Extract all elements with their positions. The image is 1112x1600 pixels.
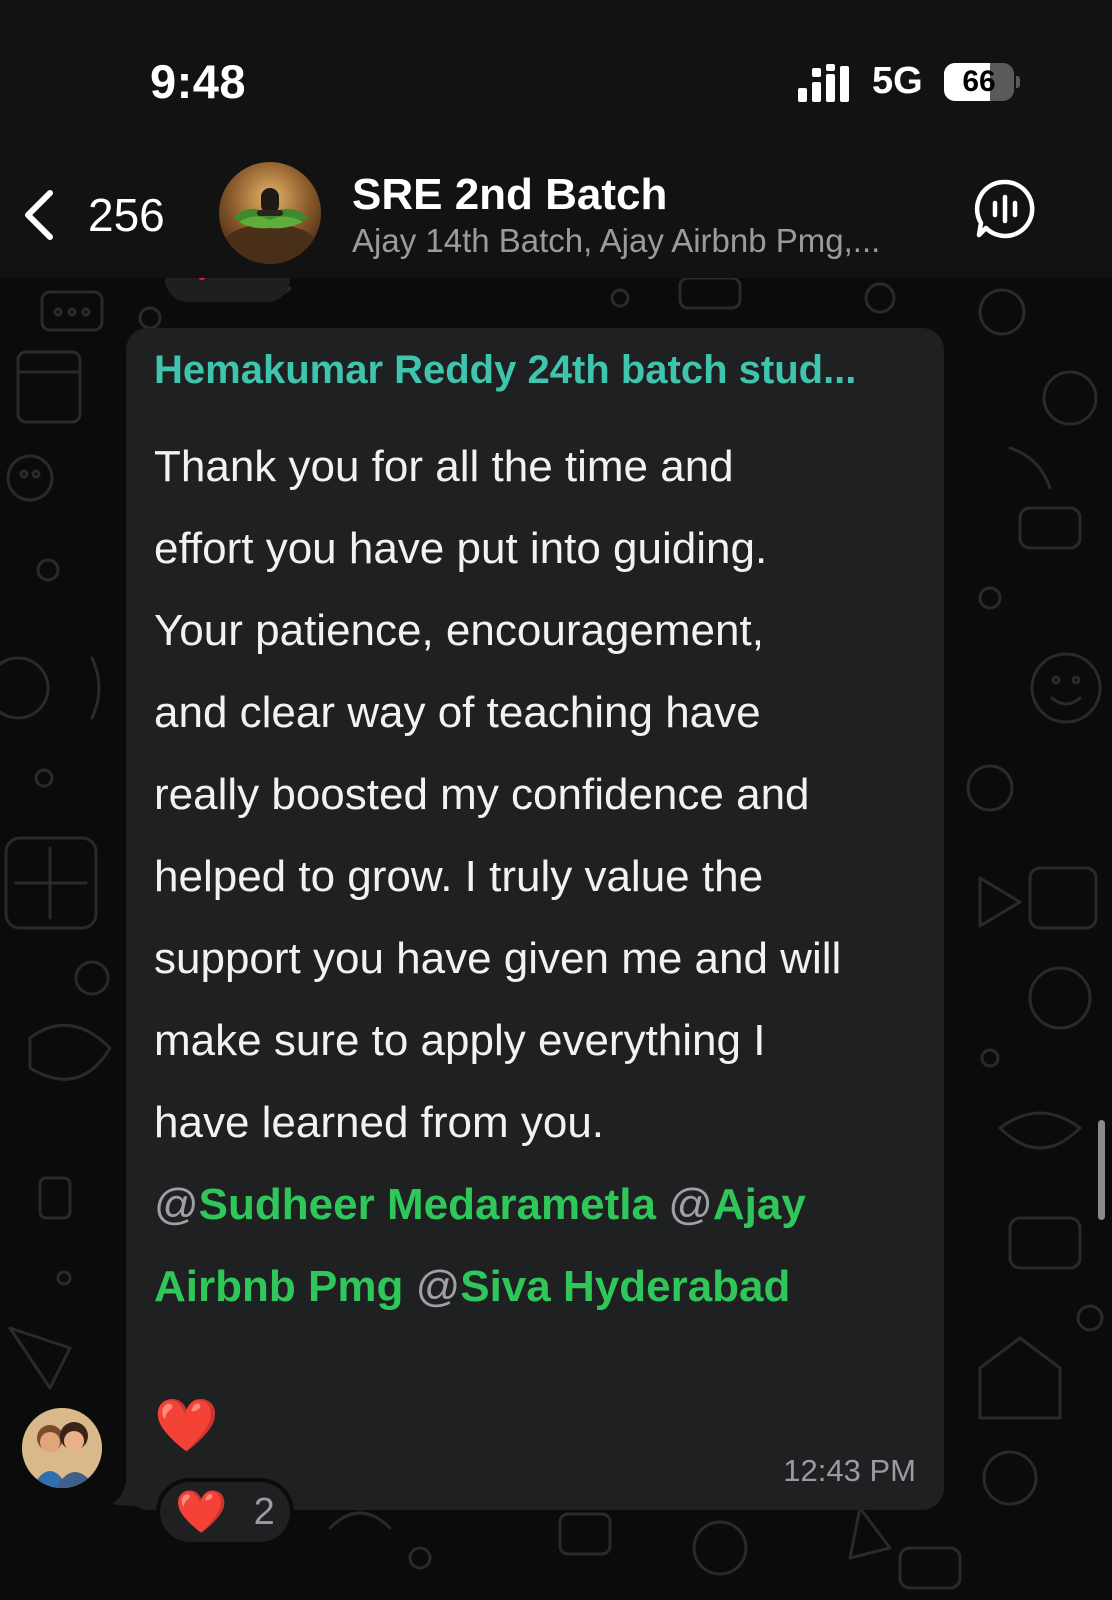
mention-siva[interactable]: @Siva Hyderabad	[416, 1262, 791, 1311]
mention-name: Airbnb Pmg	[154, 1262, 404, 1311]
message-line: Thank you for all the time and	[154, 442, 734, 491]
mention-ajay[interactable]: @Ajay	[668, 1180, 806, 1229]
chat-header: 256 SRE 2nd Batch Ajay 14th Batch, Ajay …	[0, 150, 1112, 278]
message-line: make sure to apply everything I	[154, 1016, 766, 1065]
heart-emoji: ❤️	[154, 1397, 219, 1455]
mention-line: @Sudheer Medarametla @Ajay	[154, 1164, 924, 1246]
sender-avatar[interactable]	[22, 1408, 102, 1488]
mention-at: @	[668, 1180, 713, 1229]
voice-chat-icon[interactable]	[974, 178, 1036, 240]
chevron-left-icon	[25, 190, 53, 240]
message-line: and clear way of teaching have	[154, 688, 761, 737]
mention-name: Sudheer Medarametla	[198, 1180, 656, 1229]
reaction-count: 2	[253, 1490, 275, 1533]
unread-count: 256	[88, 189, 165, 241]
mention-at: @	[415, 1262, 461, 1311]
message-line: helped to grow. I truly value the	[154, 852, 764, 901]
mention-sudheer[interactable]: @Sudheer Medarametla	[154, 1180, 656, 1229]
back-button[interactable]: 256	[20, 180, 165, 250]
chat-area[interactable]: Hemakumar Reddy 24th batch stud... Thank…	[0, 278, 1112, 1600]
mention-at: @	[154, 1180, 199, 1229]
group-title[interactable]: SRE 2nd Batch	[352, 170, 667, 220]
status-bar: 9:48 5G 66	[0, 0, 1112, 150]
mention-name: Ajay	[712, 1180, 806, 1229]
battery-tip	[1016, 76, 1020, 88]
status-time: 9:48	[150, 55, 247, 108]
group-avatar-image	[219, 162, 321, 264]
reaction-heart-icon: ❤️	[175, 1488, 228, 1535]
sender-name[interactable]: Hemakumar Reddy 24th batch stud...	[154, 348, 856, 393]
group-members[interactable]: Ajay 14th Batch, Ajay Airbnb Pmg,...	[352, 222, 932, 260]
mention-line: Airbnb Pmg @Siva Hyderabad	[154, 1246, 924, 1328]
sender-avatar-image	[22, 1408, 102, 1488]
message-line: really boosted my confidence and	[154, 770, 810, 819]
message-bubble[interactable]: Hemakumar Reddy 24th batch stud... Thank…	[126, 328, 944, 1510]
message-text: Thank you for all the time and effort yo…	[154, 426, 924, 1164]
battery-icon: 66	[944, 63, 1014, 101]
message-line: effort you have put into guiding.	[154, 524, 768, 573]
network-type: 5G	[872, 60, 923, 102]
group-avatar[interactable]	[219, 162, 321, 264]
mention-ajay-cont[interactable]: Airbnb Pmg	[154, 1262, 403, 1311]
scrollbar[interactable]	[1098, 1120, 1105, 1220]
mentions: @Sudheer Medarametla @Ajay Airbnb Pmg @S…	[154, 1164, 924, 1328]
previous-reaction-pill[interactable]	[165, 278, 290, 302]
battery-percent: 66	[962, 65, 996, 98]
reaction-pill[interactable]: ❤️ 2	[156, 1478, 294, 1546]
signal-bars-icon	[798, 64, 849, 102]
message-timestamp: 12:43 PM	[783, 1453, 916, 1488]
message-line: support you have given me and will	[154, 934, 842, 983]
mention-name: Siva Hyderabad	[460, 1262, 791, 1311]
message-line: Your patience, encouragement,	[154, 606, 764, 655]
message-line: have learned from you.	[154, 1098, 605, 1147]
